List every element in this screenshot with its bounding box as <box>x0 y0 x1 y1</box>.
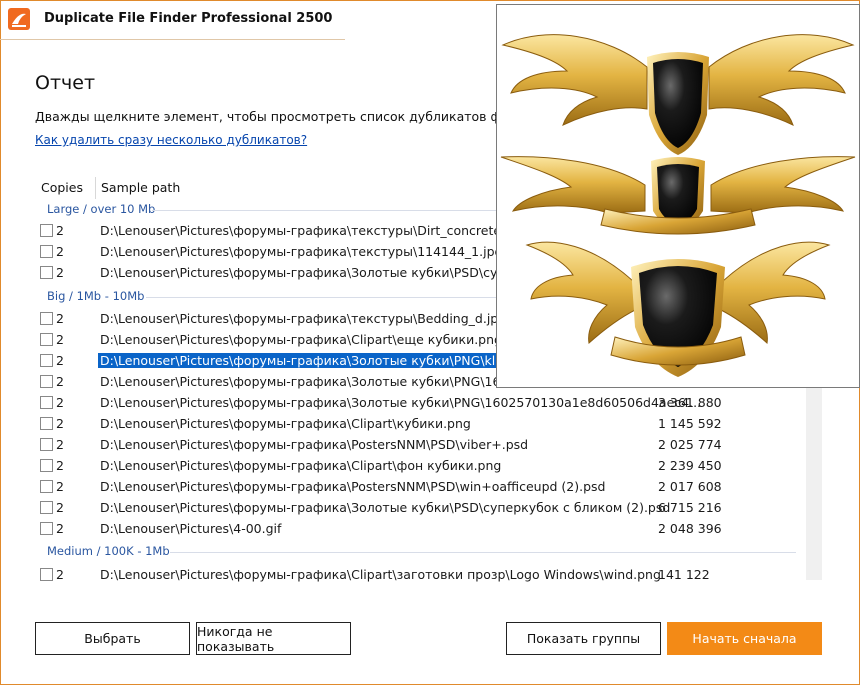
copies-cell: 2 <box>56 374 64 389</box>
path-cell: D:\Lenouser\Pictures\форумы-графика\Золо… <box>98 353 558 368</box>
row-checkbox[interactable] <box>40 501 53 514</box>
table-row[interactable]: 2 D:\Lenouser\Pictures\форумы-графика\Cl… <box>36 456 796 477</box>
path-cell: D:\Lenouser\Pictures\форумы-графика\Clip… <box>100 458 502 473</box>
copies-cell: 2 <box>56 332 64 347</box>
table-row[interactable]: 2 D:\Lenouser\Pictures\форумы-графика\Cl… <box>36 414 796 435</box>
row-checkbox[interactable] <box>40 245 53 258</box>
app-logo-icon <box>8 8 30 30</box>
column-header-path[interactable]: Sample path <box>101 180 180 195</box>
size-cell: 2 025 774 <box>658 437 722 452</box>
row-checkbox[interactable] <box>40 459 53 472</box>
table-row[interactable]: 2 D:\Lenouser\Pictures\форумы-графика\Зо… <box>36 393 796 414</box>
size-cell: 2 048 396 <box>658 521 722 536</box>
table-row[interactable]: 2 D:\Lenouser\Pictures\4-00.gif 2 048 39… <box>36 519 796 540</box>
title-divider <box>0 39 345 40</box>
never-show-button[interactable]: Никогда не показывать <box>196 622 351 655</box>
copies-cell: 2 <box>56 479 64 494</box>
path-cell: D:\Lenouser\Pictures\форумы-графика\Post… <box>100 479 606 494</box>
path-cell: D:\Lenouser\Pictures\4-00.gif <box>100 521 282 536</box>
row-checkbox[interactable] <box>40 417 53 430</box>
size-cell: 1 145 592 <box>658 416 722 431</box>
copies-cell: 2 <box>56 437 64 452</box>
image-preview <box>496 4 860 388</box>
row-checkbox[interactable] <box>40 522 53 535</box>
group-divider <box>170 552 796 553</box>
row-checkbox[interactable] <box>40 354 53 367</box>
row-checkbox[interactable] <box>40 568 53 581</box>
size-cell: 2 239 450 <box>658 458 722 473</box>
size-cell: 6 715 216 <box>658 500 722 515</box>
path-cell: D:\Lenouser\Pictures\форумы-графика\Clip… <box>100 332 502 347</box>
size-cell: 2 017 608 <box>658 479 722 494</box>
group-header-large: Large / over 10 Mb <box>47 202 156 216</box>
group-header-medium: Medium / 100K - 1Mb <box>47 544 170 558</box>
copies-cell: 2 <box>56 395 64 410</box>
row-checkbox[interactable] <box>40 224 53 237</box>
path-cell: D:\Lenouser\Pictures\форумы-графика\текс… <box>100 311 507 326</box>
copies-cell: 2 <box>56 521 64 536</box>
path-cell: D:\Lenouser\Pictures\форумы-графика\Золо… <box>100 500 671 515</box>
path-cell: D:\Lenouser\Pictures\форумы-графика\текс… <box>100 244 503 259</box>
copies-cell: 2 <box>56 311 64 326</box>
row-checkbox[interactable] <box>40 396 53 409</box>
table-row[interactable]: 2 D:\Lenouser\Pictures\форумы-графика\Po… <box>36 435 796 456</box>
row-checkbox[interactable] <box>40 438 53 451</box>
row-checkbox[interactable] <box>40 312 53 325</box>
copies-cell: 2 <box>56 244 64 259</box>
table-row[interactable]: 2 D:\Lenouser\Pictures\форумы-графика\Зо… <box>36 498 796 519</box>
instructions-text: Дважды щелкните элемент, чтобы просмотре… <box>35 109 544 124</box>
show-groups-button[interactable]: Показать группы <box>506 622 661 655</box>
path-cell: D:\Lenouser\Pictures\форумы-графика\Clip… <box>100 567 661 582</box>
app-title: Duplicate File Finder Professional 2500 <box>44 11 333 26</box>
path-cell: D:\Lenouser\Pictures\форумы-графика\Clip… <box>100 416 471 431</box>
copies-cell: 2 <box>56 353 64 368</box>
path-cell: D:\Lenouser\Pictures\форумы-графика\текс… <box>100 223 518 238</box>
start-over-button[interactable]: Начать сначала <box>667 622 822 655</box>
column-divider[interactable] <box>95 177 96 199</box>
copies-cell: 2 <box>56 265 64 280</box>
path-cell: D:\Lenouser\Pictures\форумы-графика\Золо… <box>100 395 702 410</box>
gold-winged-shield-emblems-image <box>500 34 856 377</box>
column-header-copies[interactable]: Copies <box>41 180 83 195</box>
path-cell: D:\Lenouser\Pictures\форумы-графика\Золо… <box>100 265 544 280</box>
row-checkbox[interactable] <box>40 266 53 279</box>
path-cell: D:\Lenouser\Pictures\форумы-графика\Post… <box>100 437 529 452</box>
table-row[interactable]: 2 D:\Lenouser\Pictures\форумы-графика\Po… <box>36 477 796 498</box>
help-link[interactable]: Как удалить сразу несколько дубликатов? <box>35 133 307 147</box>
table-row[interactable]: 2 D:\Lenouser\Pictures\форумы-графика\Cl… <box>36 565 796 586</box>
group-header-big: Big / 1Mb - 10Mb <box>47 289 145 303</box>
copies-cell: 2 <box>56 458 64 473</box>
row-checkbox[interactable] <box>40 480 53 493</box>
size-cell: 141 122 <box>658 567 710 582</box>
row-checkbox[interactable] <box>40 375 53 388</box>
size-cell: 3 361 880 <box>658 395 722 410</box>
page-title: Отчет <box>35 72 96 94</box>
path-cell: D:\Lenouser\Pictures\форумы-графика\Золо… <box>100 374 533 389</box>
copies-cell: 2 <box>56 500 64 515</box>
copies-cell: 2 <box>56 223 64 238</box>
copies-cell: 2 <box>56 416 64 431</box>
select-button[interactable]: Выбрать <box>35 622 190 655</box>
row-checkbox[interactable] <box>40 333 53 346</box>
copies-cell: 2 <box>56 567 64 582</box>
